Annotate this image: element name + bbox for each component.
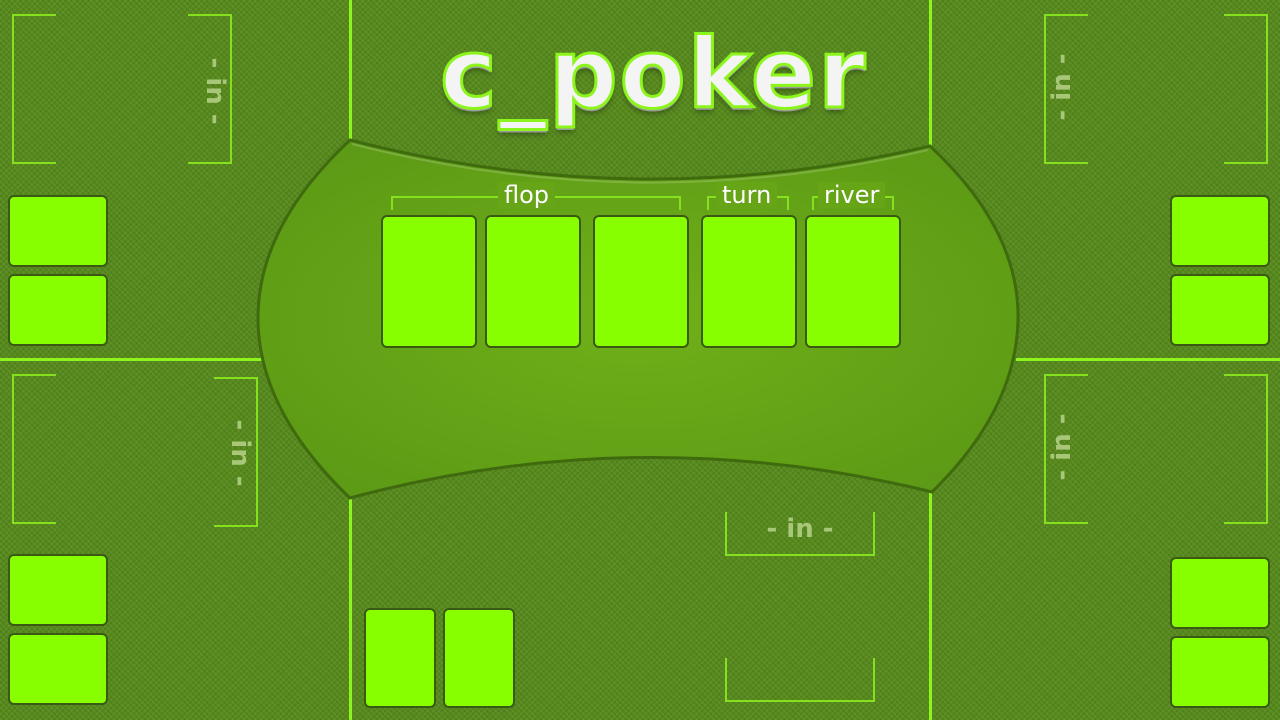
- player-hole-card-1[interactable]: [364, 608, 436, 708]
- app-logo: c_poker: [439, 17, 868, 132]
- river-bracket-left: [812, 196, 814, 210]
- seat-mid-left-label: - in -: [225, 419, 255, 487]
- river-bracket-right: [892, 196, 894, 210]
- turn-bracket-right: [787, 196, 789, 210]
- flop-bracket-left: [391, 196, 393, 210]
- turn-bracket-left: [707, 196, 709, 210]
- river-label: river: [818, 182, 886, 208]
- flop-bracket-right: [679, 196, 681, 210]
- seat-top-left-label: - in -: [200, 57, 230, 125]
- river-card[interactable]: [805, 215, 901, 348]
- seat-mid-left-outer-bracket: [12, 374, 56, 524]
- seat-bottom-lower-bracket: [725, 658, 875, 702]
- seat-top-right-card-1[interactable]: [1170, 195, 1270, 267]
- flop-card-3[interactable]: [593, 215, 689, 348]
- seat-top-left-card-2[interactable]: [8, 274, 108, 346]
- seat-bottom-label: - in -: [766, 514, 834, 544]
- seat-mid-left-card-1[interactable]: [8, 554, 108, 626]
- seat-top-right-label: - in -: [1047, 53, 1077, 121]
- seat-top-left-outer-bracket: [12, 14, 56, 164]
- seat-mid-right-outer-bracket: [1224, 374, 1268, 524]
- flop-label: flop: [498, 182, 556, 208]
- seat-mid-right-card-2[interactable]: [1170, 636, 1270, 708]
- turn-label: turn: [716, 182, 778, 208]
- flop-card-2[interactable]: [485, 215, 581, 348]
- seat-top-right-outer-bracket: [1224, 14, 1268, 164]
- flop-card-1[interactable]: [381, 215, 477, 348]
- seat-top-left-card-1[interactable]: [8, 195, 108, 267]
- turn-card[interactable]: [701, 215, 797, 348]
- seat-mid-left-card-2[interactable]: [8, 633, 108, 705]
- seat-top-right-card-2[interactable]: [1170, 274, 1270, 346]
- player-hole-card-2[interactable]: [443, 608, 515, 708]
- seat-mid-right-card-1[interactable]: [1170, 557, 1270, 629]
- seat-mid-right-label: - in -: [1047, 413, 1077, 481]
